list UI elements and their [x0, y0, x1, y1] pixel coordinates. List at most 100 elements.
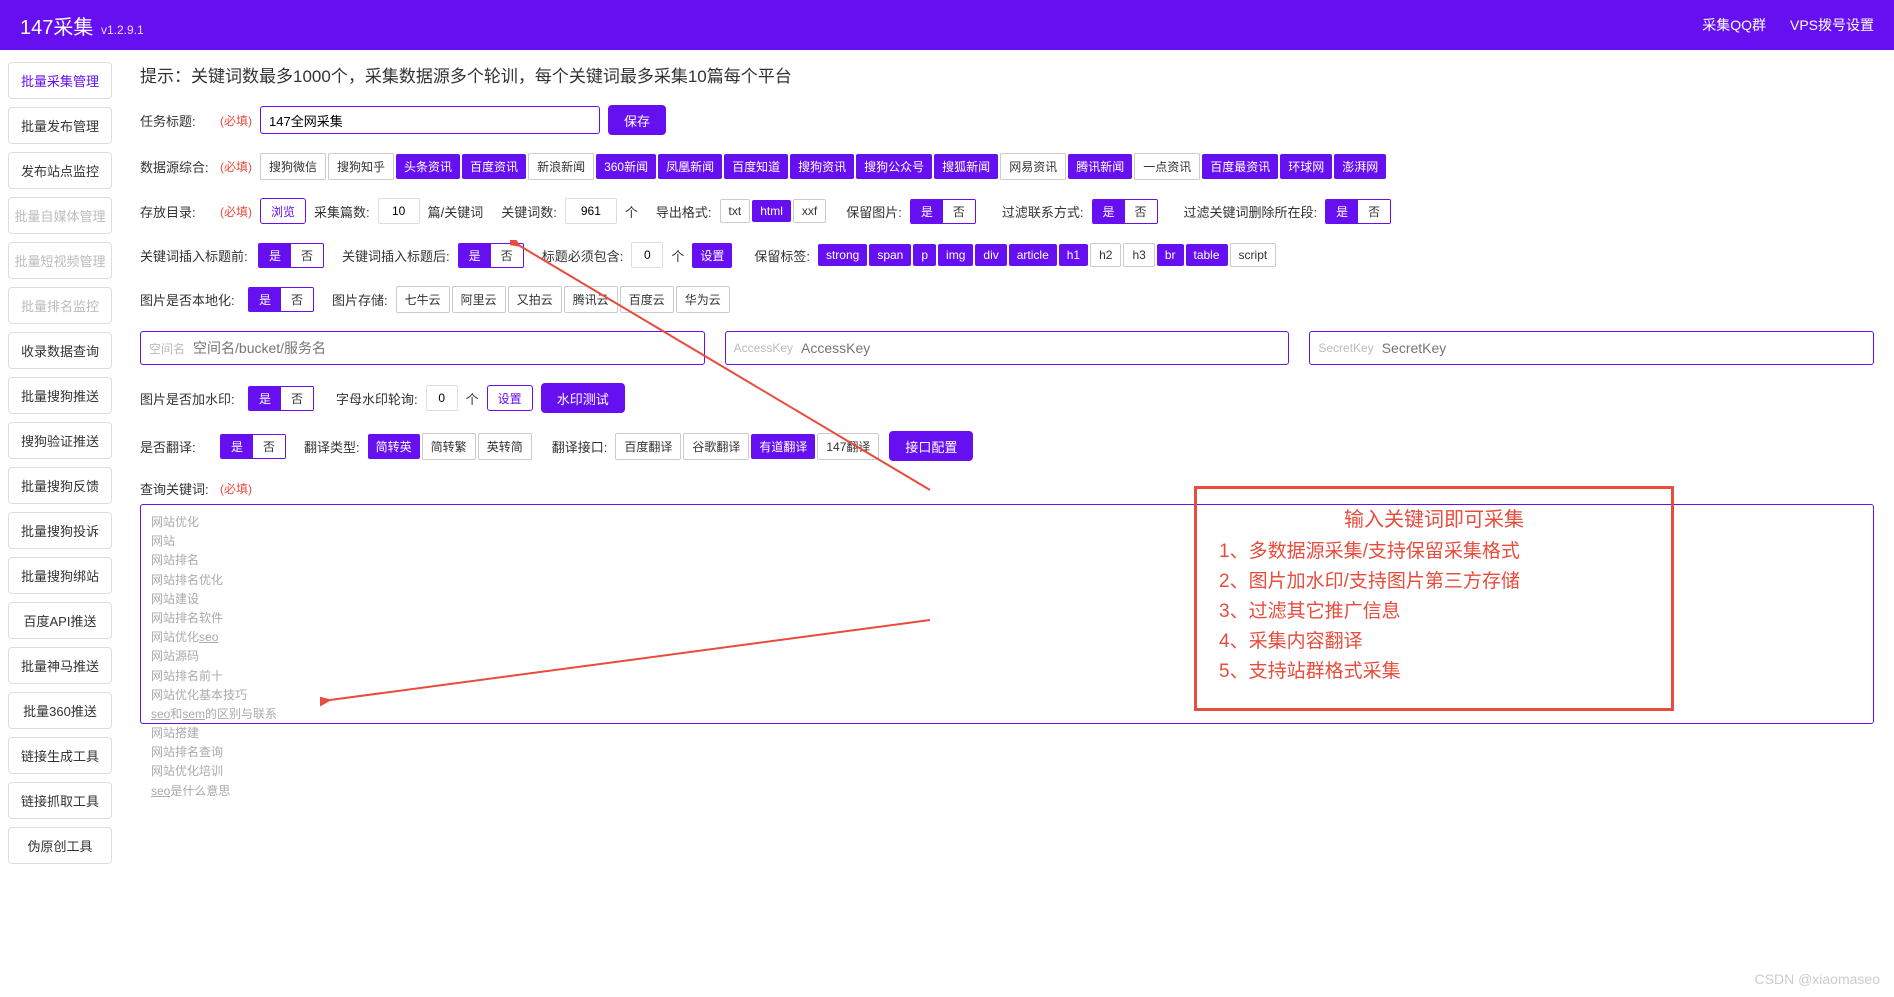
sidebar-item-14[interactable]: 批量360推送	[8, 692, 112, 729]
sidebar-item-11[interactable]: 批量搜狗绑站	[8, 557, 112, 594]
cloud-chip-2[interactable]: 又拍云	[508, 286, 562, 313]
filter-kw-yes[interactable]: 是	[1326, 200, 1358, 223]
tag-chip-5[interactable]: article	[1009, 244, 1057, 266]
source-chip-10[interactable]: 搜狐新闻	[934, 154, 998, 179]
source-chip-1[interactable]: 搜狗知乎	[328, 153, 394, 180]
sidebar-item-6[interactable]: 收录数据查询	[8, 332, 112, 369]
cloud-chip-0[interactable]: 七牛云	[396, 286, 450, 313]
keywords-textarea[interactable]: 网站优化网站网站排名网站排名优化网站建设网站排名软件网站优化seo网站源码网站排…	[140, 504, 1874, 724]
filter-kw-toggle[interactable]: 是否	[1325, 199, 1391, 224]
tag-chip-4[interactable]: div	[975, 244, 1006, 266]
tag-chip-8[interactable]: h3	[1123, 243, 1154, 267]
source-chip-16[interactable]: 澎湃网	[1334, 154, 1386, 179]
accesskey-input[interactable]	[801, 340, 1280, 356]
kw-before-toggle[interactable]: 是否	[258, 243, 324, 268]
source-chip-12[interactable]: 腾讯新闻	[1068, 154, 1132, 179]
must-include-n[interactable]	[631, 242, 663, 268]
img-local-toggle[interactable]: 是否	[248, 287, 314, 312]
source-chip-4[interactable]: 新浪新闻	[528, 153, 594, 180]
keep-img-yes[interactable]: 是	[911, 200, 943, 223]
export-chip-1[interactable]: html	[752, 200, 791, 222]
count-input[interactable]	[378, 198, 420, 224]
source-chip-3[interactable]: 百度资讯	[462, 154, 526, 179]
source-chip-0[interactable]: 搜狗微信	[260, 153, 326, 180]
tapi-chip-2[interactable]: 有道翻译	[751, 434, 815, 459]
link-vps-dial[interactable]: VPS拨号设置	[1790, 15, 1874, 35]
wm-test-button[interactable]: 水印测试	[541, 383, 625, 413]
export-chip-0[interactable]: txt	[720, 199, 751, 223]
must-set-button[interactable]: 设置	[692, 243, 732, 268]
filter-contact-toggle[interactable]: 是否	[1092, 199, 1158, 224]
task-title-input[interactable]	[260, 106, 600, 134]
sidebar-item-7[interactable]: 批量搜狗推送	[8, 377, 112, 414]
watermark-yes[interactable]: 是	[249, 387, 281, 410]
sidebar-item-2[interactable]: 发布站点监控	[8, 152, 112, 189]
source-chip-6[interactable]: 凤凰新闻	[658, 154, 722, 179]
kw-after-toggle[interactable]: 是否	[458, 243, 524, 268]
translate-yes[interactable]: 是	[221, 435, 253, 458]
tag-chip-9[interactable]: br	[1157, 244, 1184, 266]
filter-kw-no[interactable]: 否	[1358, 200, 1390, 223]
sidebar-item-0[interactable]: 批量采集管理	[8, 62, 112, 99]
source-chip-5[interactable]: 360新闻	[596, 154, 656, 179]
tapi-chip-3[interactable]: 147翻译	[817, 433, 879, 460]
img-local-no[interactable]: 否	[281, 288, 313, 311]
tapi-chip-0[interactable]: 百度翻译	[615, 433, 681, 460]
sidebar-item-10[interactable]: 批量搜狗投诉	[8, 512, 112, 549]
source-chip-15[interactable]: 环球网	[1280, 154, 1332, 179]
sidebar-item-8[interactable]: 搜狗验证推送	[8, 422, 112, 459]
sidebar-item-12[interactable]: 百度API推送	[8, 602, 112, 639]
link-qq-group[interactable]: 采集QQ群	[1702, 15, 1766, 35]
secretkey-input[interactable]	[1382, 340, 1865, 356]
source-chip-8[interactable]: 搜狗资讯	[790, 154, 854, 179]
sidebar-item-9[interactable]: 批量搜狗反馈	[8, 467, 112, 504]
ttype-chip-2[interactable]: 英转简	[478, 433, 532, 460]
source-chip-9[interactable]: 搜狗公众号	[856, 154, 932, 179]
ttype-chip-1[interactable]: 简转繁	[422, 433, 476, 460]
cloud-chip-3[interactable]: 腾讯云	[564, 286, 618, 313]
keep-img-no[interactable]: 否	[943, 200, 975, 223]
keep-img-toggle[interactable]: 是否	[910, 199, 976, 224]
kw-count-input[interactable]	[565, 198, 617, 224]
kw-after-no[interactable]: 否	[491, 244, 523, 267]
tag-chip-11[interactable]: script	[1230, 243, 1277, 267]
tag-chip-2[interactable]: p	[913, 244, 936, 266]
tag-chip-10[interactable]: table	[1186, 244, 1228, 266]
sidebar-item-1[interactable]: 批量发布管理	[8, 107, 112, 144]
tag-chip-6[interactable]: h1	[1059, 244, 1088, 266]
wm-set-button[interactable]: 设置	[487, 385, 533, 411]
ttype-chip-0[interactable]: 简转英	[368, 434, 420, 459]
bucket-input[interactable]	[193, 340, 696, 356]
kw-before-yes[interactable]: 是	[259, 244, 291, 267]
save-button[interactable]: 保存	[608, 105, 666, 135]
tag-chip-7[interactable]: h2	[1090, 243, 1121, 267]
cloud-chip-5[interactable]: 华为云	[676, 286, 730, 313]
watermark-toggle[interactable]: 是否	[248, 386, 314, 411]
sidebar-item-16[interactable]: 链接抓取工具	[8, 782, 112, 819]
translate-toggle[interactable]: 是否	[220, 434, 286, 459]
source-chip-7[interactable]: 百度知道	[724, 154, 788, 179]
source-chip-2[interactable]: 头条资讯	[396, 154, 460, 179]
tag-chip-0[interactable]: strong	[818, 244, 867, 266]
source-chip-11[interactable]: 网易资讯	[1000, 153, 1066, 180]
tag-chip-1[interactable]: span	[869, 244, 911, 266]
source-chip-14[interactable]: 百度最资讯	[1202, 154, 1278, 179]
wm-text-n[interactable]	[426, 385, 458, 411]
sidebar-item-15[interactable]: 链接生成工具	[8, 737, 112, 774]
kw-before-no[interactable]: 否	[291, 244, 323, 267]
filter-contact-yes[interactable]: 是	[1093, 200, 1125, 223]
sidebar-item-13[interactable]: 批量神马推送	[8, 647, 112, 684]
source-chip-13[interactable]: 一点资讯	[1134, 153, 1200, 180]
translate-no[interactable]: 否	[253, 435, 285, 458]
tag-chip-3[interactable]: img	[938, 244, 973, 266]
sidebar-item-17[interactable]: 伪原创工具	[8, 827, 112, 864]
img-local-yes[interactable]: 是	[249, 288, 281, 311]
tapi-chip-1[interactable]: 谷歌翻译	[683, 433, 749, 460]
export-chip-2[interactable]: xxf	[793, 199, 826, 223]
cloud-chip-4[interactable]: 百度云	[620, 286, 674, 313]
watermark-no[interactable]: 否	[281, 387, 313, 410]
cloud-chip-1[interactable]: 阿里云	[452, 286, 506, 313]
filter-contact-no[interactable]: 否	[1125, 200, 1157, 223]
browse-button[interactable]: 浏览	[260, 198, 306, 224]
api-config-button[interactable]: 接口配置	[889, 431, 973, 461]
